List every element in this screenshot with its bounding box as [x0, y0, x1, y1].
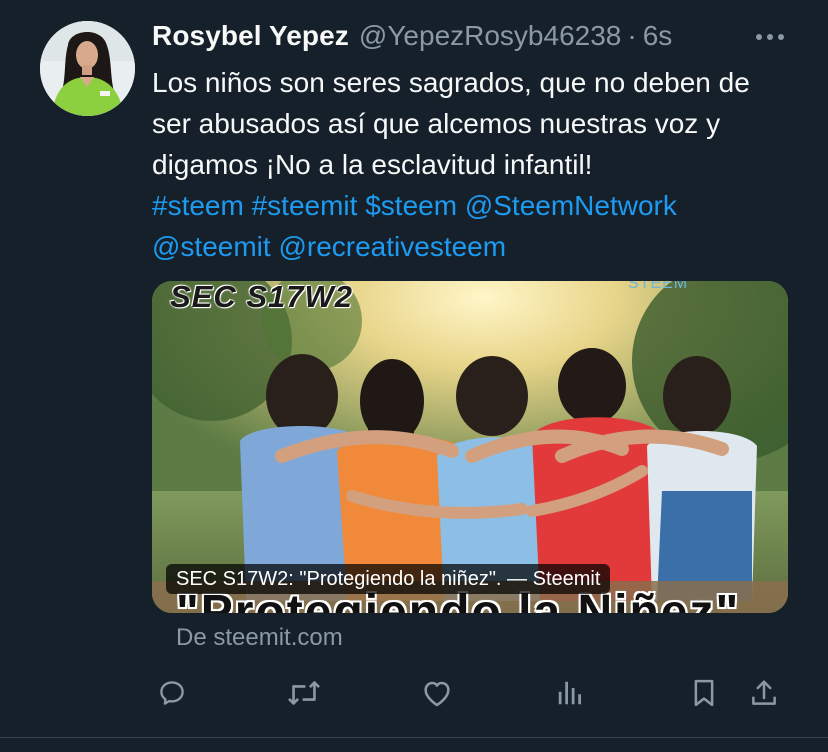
tweet-header: Rosybel Yepez @YepezRosyb46238 · 6s	[152, 14, 792, 58]
bookmark-button[interactable]	[686, 675, 722, 711]
like-button[interactable]	[419, 675, 455, 711]
bookmark-icon	[694, 679, 714, 707]
tweet-timestamp[interactable]: 6s	[643, 20, 673, 52]
card-watermark: STEEM	[628, 281, 689, 292]
card-source[interactable]: De steemit.com	[176, 624, 343, 652]
author-name[interactable]: Rosybel Yepez	[152, 20, 349, 52]
mention-recreativesteem[interactable]: @recreativesteem	[278, 231, 506, 262]
tweet-actions	[0, 672, 828, 714]
analytics-icon	[558, 681, 581, 705]
share-button[interactable]	[746, 675, 782, 711]
share-icon	[752, 680, 776, 705]
mention-steemit[interactable]: @steemit	[152, 231, 271, 262]
tweet-divider	[0, 737, 828, 738]
card-title[interactable]: SEC S17W2: "Protegiendo la niñez". — Ste…	[166, 564, 611, 594]
reply-icon	[160, 681, 184, 705]
more-horizontal-icon	[756, 34, 784, 40]
views-button[interactable]	[552, 675, 588, 711]
more-options-button[interactable]	[752, 22, 788, 52]
tweet-body: Los niños son seres sagrados, que no deb…	[152, 67, 750, 180]
card-image-top-text: SEC S17W2	[170, 281, 354, 314]
mention-steemnetwork[interactable]: @SteemNetwork	[465, 190, 677, 221]
author-handle[interactable]: @YepezRosyb46238	[359, 20, 621, 52]
retweet-icon	[288, 681, 320, 705]
tweet-text: Los niños son seres sagrados, que no deb…	[152, 62, 792, 267]
heart-icon	[424, 681, 450, 707]
separator-dot: ·	[627, 20, 637, 51]
retweet-button[interactable]	[286, 675, 322, 711]
link-card[interactable]: STEEM SEC S17W2 "Protegiendo la Niñez" S…	[152, 281, 788, 613]
hashtag-steem[interactable]: #steem	[152, 190, 244, 221]
reply-button[interactable]	[154, 675, 190, 711]
hashtag-steemit[interactable]: #steemit	[252, 190, 358, 221]
avatar[interactable]	[40, 21, 135, 116]
avatar-image	[40, 21, 135, 116]
cashtag-steem[interactable]: $steem	[365, 190, 457, 221]
tweet-content: Rosybel Yepez @YepezRosyb46238 · 6s Los …	[152, 14, 792, 267]
tweet: Rosybel Yepez @YepezRosyb46238 · 6s Los …	[0, 0, 828, 752]
